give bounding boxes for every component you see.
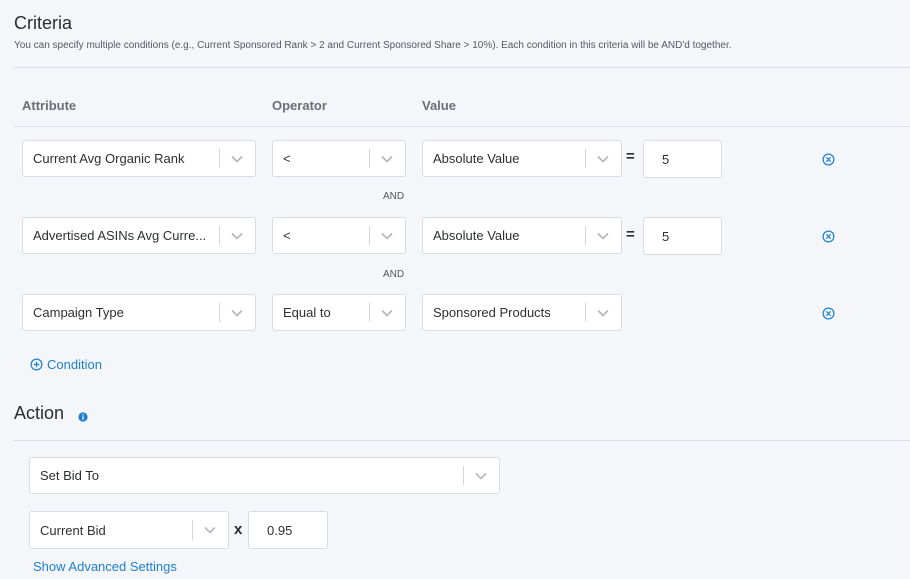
action-title: Action	[14, 403, 65, 423]
multiply-symbol: x	[234, 521, 243, 538]
condition-3-attribute-select[interactable]: Campaign Type	[22, 294, 256, 331]
criteria-subtitle: You can specify multiple conditions (e.g…	[14, 40, 732, 51]
chevron-down-icon[interactable]	[230, 141, 244, 176]
condition-1-value-type-value: Absolute Value	[433, 151, 520, 166]
select-separator	[369, 226, 370, 245]
chevron-down-icon[interactable]	[596, 295, 610, 330]
select-separator	[463, 466, 464, 485]
chevron-down-icon[interactable]	[203, 512, 217, 548]
remove-circle-icon	[822, 307, 835, 320]
condition-2-equals-sign: =	[626, 226, 635, 243]
action-type-select[interactable]: Set Bid To	[29, 457, 500, 494]
condition-2-operator-value: <	[283, 228, 291, 243]
condition-1-value-type-select[interactable]: Absolute Value	[422, 140, 622, 177]
condition-3-attribute-value: Campaign Type	[33, 305, 124, 320]
condition-3-value-type-select[interactable]: Sponsored Products	[422, 294, 622, 331]
chevron-down-icon[interactable]	[474, 458, 488, 493]
chevron-down-icon[interactable]	[380, 295, 394, 330]
condition-3-value-type-value: Sponsored Products	[433, 305, 551, 320]
select-separator	[585, 149, 586, 168]
criteria-divider	[14, 67, 910, 68]
condition-1-attribute-value: Current Avg Organic Rank	[33, 151, 185, 166]
condition-2-attribute-value: Advertised ASINs Avg Curre...	[33, 228, 207, 243]
action-type-value: Set Bid To	[40, 468, 100, 483]
condition-1-equals-sign: =	[626, 148, 635, 165]
condition-2-remove-button[interactable]	[822, 230, 835, 248]
condition-2-operator-select[interactable]: <	[272, 217, 406, 254]
condition-3-operator-select[interactable]: Equal to	[272, 294, 406, 331]
bid-base-value: Current Bid	[40, 522, 106, 538]
condition-1-value-text: 5	[662, 151, 670, 167]
condition-1-value-input[interactable]: 5	[643, 140, 722, 178]
chevron-down-icon[interactable]	[230, 218, 244, 253]
select-separator	[585, 226, 586, 245]
chevron-down-icon[interactable]	[230, 295, 244, 330]
condition-1-operator-value: <	[283, 151, 291, 166]
and-joiner: AND	[383, 269, 405, 280]
chevron-down-icon[interactable]	[380, 218, 394, 253]
add-circle-icon	[30, 358, 43, 371]
value-column-header: Value	[422, 98, 456, 113]
condition-1-operator-select[interactable]: <	[272, 140, 406, 177]
condition-2-value-type-value: Absolute Value	[433, 228, 520, 243]
criteria-title: Criteria	[14, 13, 73, 33]
bid-multiplier-value: 0.95	[267, 522, 293, 538]
select-separator	[192, 520, 193, 540]
chevron-down-icon[interactable]	[596, 141, 610, 176]
attribute-column-header: Attribute	[22, 98, 77, 113]
bid-base-select[interactable]: Current Bid	[29, 511, 229, 549]
condition-2-value-text: 5	[662, 228, 670, 244]
remove-circle-icon	[822, 153, 835, 166]
operator-column-header: Operator	[272, 98, 327, 113]
show-advanced-settings-link[interactable]: Show Advanced Settings	[33, 559, 177, 574]
and-joiner: AND	[383, 191, 405, 202]
condition-2-value-input[interactable]: 5	[643, 217, 722, 255]
select-separator	[369, 149, 370, 168]
condition-2-attribute-select[interactable]: Advertised ASINs Avg Curre...	[22, 217, 256, 254]
bid-multiplier-input[interactable]: 0.95	[248, 511, 328, 549]
action-divider	[14, 440, 910, 441]
condition-1-remove-button[interactable]	[822, 153, 835, 171]
chevron-down-icon[interactable]	[380, 141, 394, 176]
select-separator	[219, 149, 220, 168]
select-separator	[369, 303, 370, 322]
chevron-down-icon[interactable]	[596, 218, 610, 253]
condition-3-operator-value: Equal to	[283, 305, 331, 320]
condition-2-value-type-select[interactable]: Absolute Value	[422, 217, 622, 254]
condition-3-remove-button[interactable]	[822, 307, 835, 325]
add-condition-button[interactable]: Condition	[30, 357, 102, 372]
remove-circle-icon	[822, 230, 835, 243]
condition-1-attribute-select[interactable]: Current Avg Organic Rank	[22, 140, 256, 177]
header-divider	[14, 126, 910, 127]
select-separator	[219, 226, 220, 245]
select-separator	[585, 303, 586, 322]
add-condition-label: Condition	[47, 357, 102, 372]
info-icon	[78, 412, 88, 422]
action-info-button[interactable]	[78, 409, 88, 427]
select-separator	[219, 303, 220, 322]
